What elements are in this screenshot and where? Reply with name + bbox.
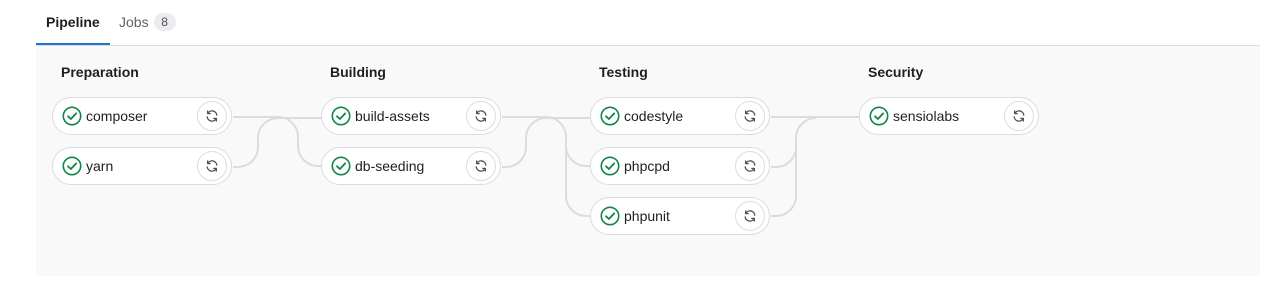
job-name: sensiolabs: [893, 108, 960, 124]
retry-button[interactable]: [197, 101, 227, 131]
status-success-icon: [62, 106, 82, 126]
status-success-icon: [62, 156, 82, 176]
status-success-icon: [869, 106, 889, 126]
pipeline-tabs: Pipeline Jobs 8: [36, 0, 1260, 46]
stage-title-preparation: Preparation: [61, 64, 139, 80]
job-name: build-assets: [355, 108, 430, 124]
job-name: phpunit: [624, 208, 670, 224]
job-yarn[interactable]: yarn: [52, 147, 232, 185]
retry-icon: [205, 109, 219, 123]
retry-icon: [474, 109, 488, 123]
tab-pipeline[interactable]: Pipeline: [36, 0, 110, 45]
tab-jobs[interactable]: Jobs 8: [109, 0, 186, 44]
stage-title-testing: Testing: [599, 64, 648, 80]
retry-button[interactable]: [735, 101, 765, 131]
job-name: codestyle: [624, 108, 684, 124]
status-success-icon: [600, 206, 620, 226]
retry-icon: [1012, 109, 1026, 123]
job-name: yarn: [86, 158, 114, 174]
job-phpunit[interactable]: phpunit: [590, 197, 770, 235]
stage-title-security: Security: [868, 64, 924, 80]
retry-button[interactable]: [197, 151, 227, 181]
retry-icon: [205, 159, 219, 173]
job-name: phpcpd: [624, 158, 670, 174]
tab-jobs-label: Jobs: [119, 14, 149, 30]
retry-icon: [743, 209, 757, 223]
stage-title-building: Building: [330, 64, 386, 80]
tab-pipeline-label: Pipeline: [46, 14, 100, 30]
retry-button[interactable]: [735, 151, 765, 181]
job-db-seeding[interactable]: db-seeding: [321, 147, 501, 185]
status-success-icon: [600, 156, 620, 176]
retry-button[interactable]: [1004, 101, 1034, 131]
job-composer[interactable]: composer: [52, 97, 232, 135]
job-phpcpd[interactable]: phpcpd: [590, 147, 770, 185]
job-name: composer: [86, 108, 148, 124]
retry-icon: [743, 109, 757, 123]
status-success-icon: [331, 106, 351, 126]
job-build-assets[interactable]: build-assets: [321, 97, 501, 135]
retry-icon: [743, 159, 757, 173]
job-sensiolabs[interactable]: sensiolabs: [859, 97, 1039, 135]
retry-button[interactable]: [466, 101, 496, 131]
job-name: db-seeding: [355, 158, 425, 174]
retry-button[interactable]: [735, 201, 765, 231]
status-success-icon: [331, 156, 351, 176]
retry-icon: [474, 159, 488, 173]
job-codestyle[interactable]: codestyle: [590, 97, 770, 135]
jobs-count-badge: 8: [153, 13, 176, 31]
status-success-icon: [600, 106, 620, 126]
retry-button[interactable]: [466, 151, 496, 181]
